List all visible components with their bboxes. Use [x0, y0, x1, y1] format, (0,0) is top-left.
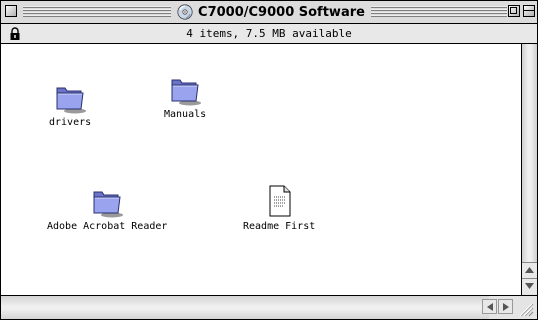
folder-icon: [56, 87, 87, 114]
horizontal-scrollbar[interactable]: [1, 295, 537, 319]
close-box-button[interactable]: [5, 5, 17, 17]
scroll-down-button[interactable]: [522, 278, 537, 294]
folder-item-label: Manuals: [164, 109, 207, 120]
info-bar: 4 items, 7.5 MB available: [1, 24, 537, 44]
collapse-box-button[interactable]: [523, 5, 535, 17]
vertical-scroll-track[interactable]: [522, 44, 537, 262]
triangle-down-icon: [525, 283, 534, 289]
document-item-readme-first[interactable]: Readme First: [243, 184, 315, 232]
cd-disc-icon: [177, 4, 193, 20]
triangle-up-icon: [525, 267, 534, 273]
folder-item-drivers[interactable]: drivers: [49, 82, 91, 128]
folder-item-label: drivers: [49, 117, 92, 128]
folder-content: drivers Manuals Adobe Acrobat Reader Rea…: [1, 44, 521, 295]
document-item-label: Readme First: [243, 221, 316, 232]
scroll-left-button[interactable]: [482, 299, 497, 314]
title-bar-stripes-right: [371, 6, 507, 18]
folder-item-adobe-acrobat-reader[interactable]: Adobe Acrobat Reader: [47, 186, 167, 232]
folder-icon: [171, 79, 202, 106]
title-bar-stripes-left: [23, 6, 171, 18]
zoom-box-button[interactable]: [508, 5, 520, 17]
title-bar[interactable]: C7000/C9000 Software: [1, 1, 537, 24]
resize-grip-icon[interactable]: [516, 299, 534, 317]
document-icon: [269, 185, 291, 217]
scroll-right-button[interactable]: [498, 299, 513, 314]
folder-item-manuals[interactable]: Manuals: [164, 74, 206, 120]
window-info-text: 4 items, 7.5 MB available: [186, 27, 352, 40]
lock-icon: [10, 27, 20, 40]
folder-item-label: Adobe Acrobat Reader: [47, 221, 168, 232]
finder-window: C7000/C9000 Software 4 items, 7.5 MB ava…: [0, 0, 538, 320]
horizontal-scroll-track[interactable]: [1, 296, 489, 319]
scroll-up-button[interactable]: [522, 262, 537, 278]
triangle-left-icon: [487, 303, 493, 311]
window-title-text: C7000/C9000 Software: [198, 4, 365, 20]
vertical-scrollbar[interactable]: [521, 44, 537, 295]
folder-icon: [93, 191, 124, 218]
window-title: C7000/C9000 Software: [171, 3, 371, 21]
triangle-right-icon: [503, 303, 509, 311]
